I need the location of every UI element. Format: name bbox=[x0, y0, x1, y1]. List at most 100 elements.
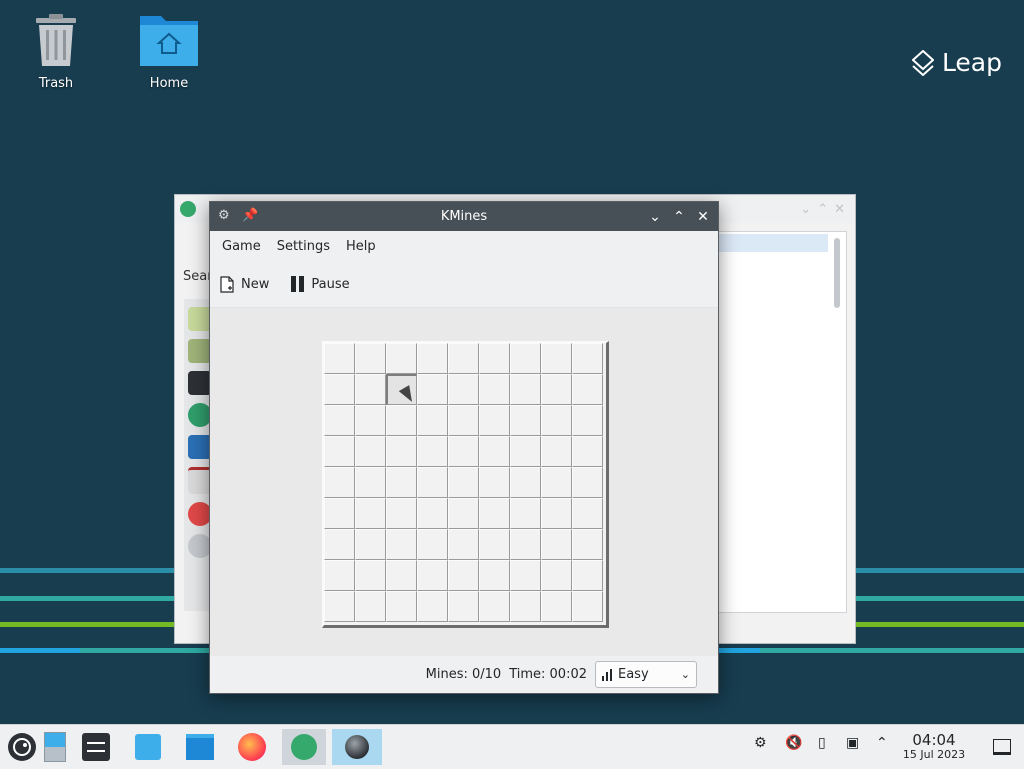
desktop-icon-home[interactable]: Home bbox=[129, 12, 209, 91]
mine-cell[interactable] bbox=[448, 374, 479, 405]
mine-cell[interactable] bbox=[541, 374, 572, 405]
mine-cell[interactable] bbox=[448, 498, 479, 529]
task-kmines[interactable] bbox=[332, 729, 382, 765]
close-icon[interactable]: ✕ bbox=[834, 202, 845, 217]
pager[interactable] bbox=[40, 729, 70, 765]
mine-cell[interactable] bbox=[572, 498, 603, 529]
mine-cell[interactable] bbox=[386, 467, 417, 498]
show-desktop-button[interactable] bbox=[984, 729, 1020, 765]
mine-cell[interactable] bbox=[479, 467, 510, 498]
mine-cell[interactable] bbox=[324, 374, 355, 405]
mine-cell[interactable] bbox=[324, 436, 355, 467]
mine-cell[interactable] bbox=[386, 405, 417, 436]
mine-cell[interactable] bbox=[417, 374, 448, 405]
mine-cell[interactable] bbox=[417, 436, 448, 467]
mine-cell[interactable] bbox=[417, 498, 448, 529]
mine-cell[interactable] bbox=[572, 374, 603, 405]
mine-cell[interactable] bbox=[417, 529, 448, 560]
mine-cell[interactable] bbox=[541, 529, 572, 560]
mine-cell[interactable] bbox=[417, 343, 448, 374]
mine-cell[interactable] bbox=[448, 467, 479, 498]
mine-cell[interactable] bbox=[386, 498, 417, 529]
mine-cell[interactable] bbox=[541, 343, 572, 374]
mine-cell[interactable] bbox=[572, 467, 603, 498]
mine-cell[interactable] bbox=[386, 560, 417, 591]
mine-cell[interactable] bbox=[510, 343, 541, 374]
close-button[interactable]: ✕ bbox=[693, 207, 713, 227]
mine-cell[interactable] bbox=[510, 405, 541, 436]
mine-cell[interactable] bbox=[355, 343, 386, 374]
maximize-button[interactable]: ⌃ bbox=[669, 207, 689, 227]
mine-cell[interactable] bbox=[572, 405, 603, 436]
difficulty-select[interactable]: Easy ⌄ bbox=[595, 661, 697, 688]
mine-cell[interactable] bbox=[448, 405, 479, 436]
mine-cell[interactable] bbox=[448, 436, 479, 467]
kmines-window[interactable]: ⚙ 📌 KMines ⌄ ⌃ ✕ Game Settings Help New … bbox=[209, 201, 719, 694]
mine-cell[interactable] bbox=[417, 560, 448, 591]
mine-cell[interactable] bbox=[324, 498, 355, 529]
mine-cell[interactable] bbox=[417, 591, 448, 622]
mine-cell[interactable] bbox=[324, 560, 355, 591]
chevron-up-icon[interactable]: ⌃ bbox=[876, 735, 888, 751]
mine-cell[interactable] bbox=[448, 529, 479, 560]
mine-cell[interactable] bbox=[324, 467, 355, 498]
mine-cell[interactable] bbox=[572, 560, 603, 591]
mine-cell[interactable] bbox=[479, 529, 510, 560]
task-discover[interactable] bbox=[130, 729, 166, 765]
task-settings[interactable] bbox=[78, 729, 114, 765]
mine-cell[interactable] bbox=[324, 405, 355, 436]
mine-cell[interactable] bbox=[386, 343, 417, 374]
mine-cell[interactable] bbox=[355, 467, 386, 498]
digital-clock[interactable]: 04:04 15 Jul 2023 bbox=[896, 732, 972, 762]
maximize-icon[interactable]: ⌃ bbox=[817, 202, 828, 217]
mine-cell[interactable] bbox=[417, 405, 448, 436]
mine-cell[interactable] bbox=[355, 374, 386, 405]
mine-cell[interactable] bbox=[510, 560, 541, 591]
mine-cell[interactable] bbox=[355, 405, 386, 436]
mine-cell[interactable] bbox=[541, 405, 572, 436]
task-firefox[interactable] bbox=[234, 729, 270, 765]
mine-cell[interactable] bbox=[355, 591, 386, 622]
menu-game[interactable]: Game bbox=[214, 239, 269, 254]
mine-cell[interactable] bbox=[355, 529, 386, 560]
mine-cell[interactable] bbox=[572, 436, 603, 467]
mine-cell[interactable] bbox=[324, 529, 355, 560]
mine-cell[interactable] bbox=[448, 343, 479, 374]
mine-cell[interactable] bbox=[479, 498, 510, 529]
mine-cell[interactable] bbox=[541, 498, 572, 529]
mine-cell[interactable] bbox=[479, 405, 510, 436]
scrollbar[interactable] bbox=[834, 238, 840, 308]
mine-cell[interactable] bbox=[324, 591, 355, 622]
network-icon[interactable]: ⚙ bbox=[754, 735, 767, 751]
application-launcher[interactable] bbox=[4, 729, 40, 765]
mine-cell[interactable] bbox=[479, 436, 510, 467]
task-file-manager[interactable] bbox=[182, 729, 218, 765]
mine-cell[interactable] bbox=[448, 560, 479, 591]
mine-cell[interactable] bbox=[479, 343, 510, 374]
mine-cell[interactable] bbox=[386, 591, 417, 622]
mine-cell[interactable] bbox=[541, 436, 572, 467]
mine-cell[interactable] bbox=[479, 560, 510, 591]
kmines-titlebar[interactable]: ⚙ 📌 KMines ⌄ ⌃ ✕ bbox=[210, 202, 718, 231]
volume-muted-icon[interactable]: 🔇 bbox=[785, 735, 802, 751]
minimize-icon[interactable]: ⌄ bbox=[800, 202, 811, 217]
mine-cell[interactable] bbox=[479, 591, 510, 622]
mine-cell[interactable] bbox=[541, 467, 572, 498]
minimize-button[interactable]: ⌄ bbox=[645, 207, 665, 227]
mine-cell[interactable] bbox=[355, 498, 386, 529]
mine-cell[interactable] bbox=[572, 343, 603, 374]
mine-cell[interactable] bbox=[479, 374, 510, 405]
mine-cell[interactable] bbox=[386, 529, 417, 560]
usb-device-icon[interactable]: ▯ bbox=[818, 735, 826, 751]
desktop-icon-trash[interactable]: Trash bbox=[16, 12, 96, 91]
mine-cell[interactable] bbox=[355, 560, 386, 591]
mine-cell[interactable] bbox=[510, 591, 541, 622]
mine-cell[interactable] bbox=[510, 374, 541, 405]
mine-cell[interactable] bbox=[510, 498, 541, 529]
mine-cell[interactable] bbox=[572, 591, 603, 622]
mine-cell[interactable] bbox=[510, 467, 541, 498]
mine-cell[interactable] bbox=[324, 343, 355, 374]
display-icon[interactable]: ▣ bbox=[846, 735, 859, 751]
mine-cell[interactable] bbox=[541, 591, 572, 622]
mine-cell[interactable] bbox=[417, 467, 448, 498]
